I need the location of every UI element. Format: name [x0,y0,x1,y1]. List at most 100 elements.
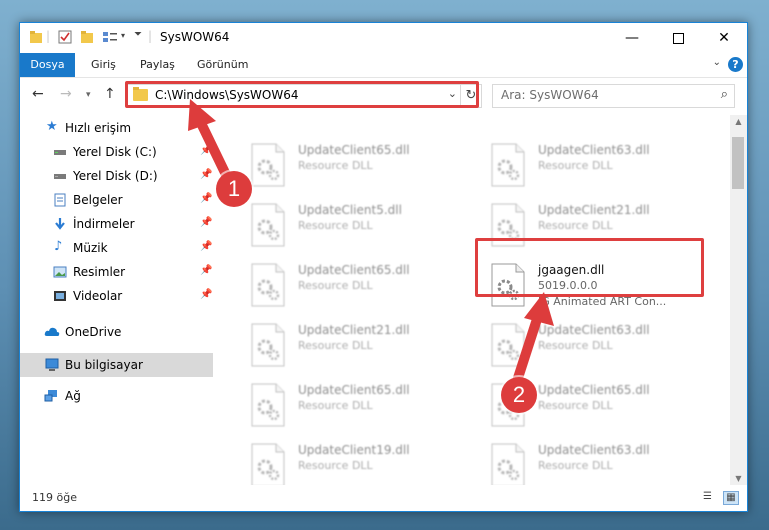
drive-icon [54,150,66,155]
file-description: Resource DLL [298,399,373,412]
file-description: Resource DLL [298,279,373,292]
chevron-down-icon[interactable]: ▾ [121,31,125,40]
file-name: UpdateClient21.dll [538,203,650,217]
file-tile[interactable]: UpdateClient65.dll Resource DLL [242,141,464,197]
file-tile[interactable]: UpdateClient65.dll Resource DLL [242,381,464,437]
file-description: Resource DLL [298,159,373,172]
maximize-button[interactable] [655,23,701,53]
minimize-button[interactable]: — [609,23,655,53]
download-icon [55,218,65,230]
sidebar-item-network[interactable]: Ağ [20,385,213,407]
file-tile[interactable]: UpdateClient63.dll Resource DLL [482,441,704,485]
tab-file[interactable]: Dosya [20,53,75,77]
file-description: Resource DLL [538,159,613,172]
file-description: Resource DLL [298,219,373,232]
sidebar-item-videos[interactable]: Videolar 📌 [20,285,213,307]
scroll-up-icon[interactable]: ▲ [730,117,747,126]
file-description: Resource DLL [298,459,373,472]
pin-icon[interactable]: 📌 [200,241,212,252]
dll-file-icon [251,443,285,485]
sidebar-item-label: OneDrive [65,325,122,339]
file-tile[interactable]: UpdateClient63.dll Resource DLL [482,141,704,197]
sidebar-item-label: Videolar [73,289,123,303]
sidebar-item-this-pc[interactable]: Bu bilgisayar [20,353,213,377]
file-description: Resource DLL [298,339,373,352]
file-tile[interactable]: UpdateClient21.dll Resource DLL [242,321,464,377]
tab-share[interactable]: Paylaş [140,53,175,77]
file-name: UpdateClient21.dll [298,323,410,337]
sidebar-item-music[interactable]: ♪ Müzik 📌 [20,237,213,259]
sidebar-item-documents[interactable]: Belgeler 📌 [20,189,213,211]
address-highlight [125,81,479,108]
sidebar-item-label: Ağ [65,389,81,403]
maximize-icon [672,32,684,44]
sidebar-item-pictures[interactable]: Resimler 📌 [20,261,213,283]
back-button[interactable]: ← [32,86,44,102]
sidebar-item-label: Müzik [73,241,108,255]
arrow-2-icon [513,292,554,383]
file-name: UpdateClient65.dll [298,263,410,277]
file-tile[interactable]: UpdateClient5.dll Resource DLL [242,201,464,257]
separator: | [46,29,51,43]
ribbon: Dosya Giriş Paylaş Görünüm ⌄ ? [20,53,747,78]
dll-file-icon [251,203,285,247]
status-bar: 119 öğe ☰ ▦ [20,485,747,511]
scroll-down-icon[interactable]: ▼ [730,474,747,483]
tab-view[interactable]: Görünüm [197,53,248,77]
close-icon: ✕ [718,30,730,46]
customize-toolbar-icon[interactable]: ⏷ [134,29,142,40]
dll-file-icon [251,143,285,187]
sidebar-item-label: Bu bilgisayar [65,358,143,372]
cloud-icon [44,327,60,336]
file-tile[interactable]: UpdateClient19.dll Resource DLL [242,441,464,485]
search-icon[interactable]: ⌕ [721,87,728,102]
sidebar-item-label: Yerel Disk (C:) [73,145,157,159]
computer-icon [45,358,59,371]
new-folder-icon[interactable] [80,30,94,44]
recent-locations-button[interactable]: ▾ [86,90,91,100]
network-icon [44,390,57,402]
forward-button[interactable]: → [60,86,72,102]
file-name: UpdateClient63.dll [538,143,650,157]
pin-icon[interactable]: 📌 [200,289,212,300]
pin-icon[interactable]: 📌 [200,265,212,276]
file-tile[interactable]: UpdateClient65.dll Resource DLL [242,261,464,317]
view-options-icon[interactable] [102,30,118,44]
dll-file-icon [491,443,525,485]
sidebar-item-label: Yerel Disk (D:) [73,169,158,183]
item-count: 119 öğe [32,491,77,504]
step-badge-2: 2 [501,377,537,413]
sidebar-item-onedrive[interactable]: OneDrive [20,321,213,343]
step-badge-1: 1 [216,171,252,207]
ribbon-expand-icon[interactable]: ⌄ [713,57,721,68]
folder-icon [30,31,42,43]
dll-file-icon [251,383,285,427]
details-view-icon[interactable]: ☰ [703,491,717,503]
drive-icon [54,174,66,179]
sidebar-item-label: Resimler [73,265,126,279]
properties-icon[interactable] [58,30,72,44]
file-name: UpdateClient19.dll [298,443,410,457]
tab-home[interactable]: Giriş [91,53,116,77]
search-placeholder: Ara: SysWOW64 [501,88,599,102]
up-button[interactable]: ↑ [104,86,116,102]
file-highlight [475,238,704,297]
file-name: UpdateClient5.dll [298,203,402,217]
scrollbar-thumb[interactable] [732,137,744,189]
pin-icon[interactable]: 📌 [200,193,212,204]
sidebar-item-label: Belgeler [73,193,123,207]
window-title: SysWOW64 [160,30,230,44]
help-button[interactable]: ? [728,57,743,72]
star-icon: ★ [46,119,58,134]
file-description: Resource DLL [538,459,613,472]
videos-icon [54,291,66,301]
dll-file-icon [251,323,285,367]
dll-file-icon [491,143,525,187]
tiles-view-icon[interactable]: ▦ [723,491,739,505]
close-button[interactable]: ✕ [701,23,747,53]
search-input[interactable]: Ara: SysWOW64 ⌕ [492,84,735,108]
vertical-scrollbar[interactable]: ▲ ▼ [730,115,747,485]
pin-icon[interactable]: 📌 [200,217,212,228]
separator: | [148,29,153,43]
sidebar-item-downloads[interactable]: İndirmeler 📌 [20,213,213,235]
